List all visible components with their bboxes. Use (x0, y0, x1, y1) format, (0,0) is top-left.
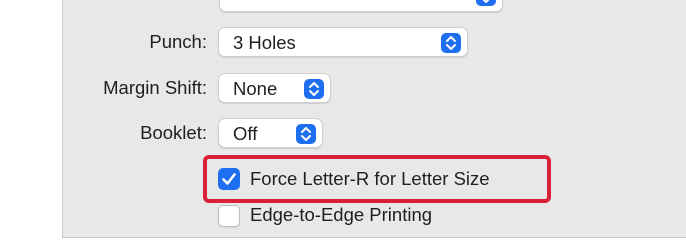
punch-value: 3 Holes (233, 32, 296, 53)
highlight-box (203, 155, 551, 203)
booklet-label: Booklet: (140, 122, 207, 143)
booklet-popup-button[interactable]: Off (218, 118, 323, 148)
margin-shift-value: None (233, 78, 278, 99)
margin-shift-label: Margin Shift: (103, 77, 207, 98)
chevron-updown-icon (304, 79, 324, 99)
punch-label: Punch: (149, 31, 207, 52)
punch-popup-button[interactable]: 3 Holes (218, 27, 468, 57)
edge-to-edge-label: Edge-to-Edge Printing (250, 204, 433, 225)
chevron-updown-icon (476, 0, 496, 6)
edge-to-edge-checkbox[interactable] (218, 205, 240, 227)
clipped-popup-button[interactable] (219, 0, 503, 12)
booklet-value: Off (233, 123, 258, 144)
margin-shift-popup-button[interactable]: None (218, 73, 331, 103)
chevron-updown-icon (296, 124, 316, 144)
chevron-updown-icon (441, 33, 461, 53)
